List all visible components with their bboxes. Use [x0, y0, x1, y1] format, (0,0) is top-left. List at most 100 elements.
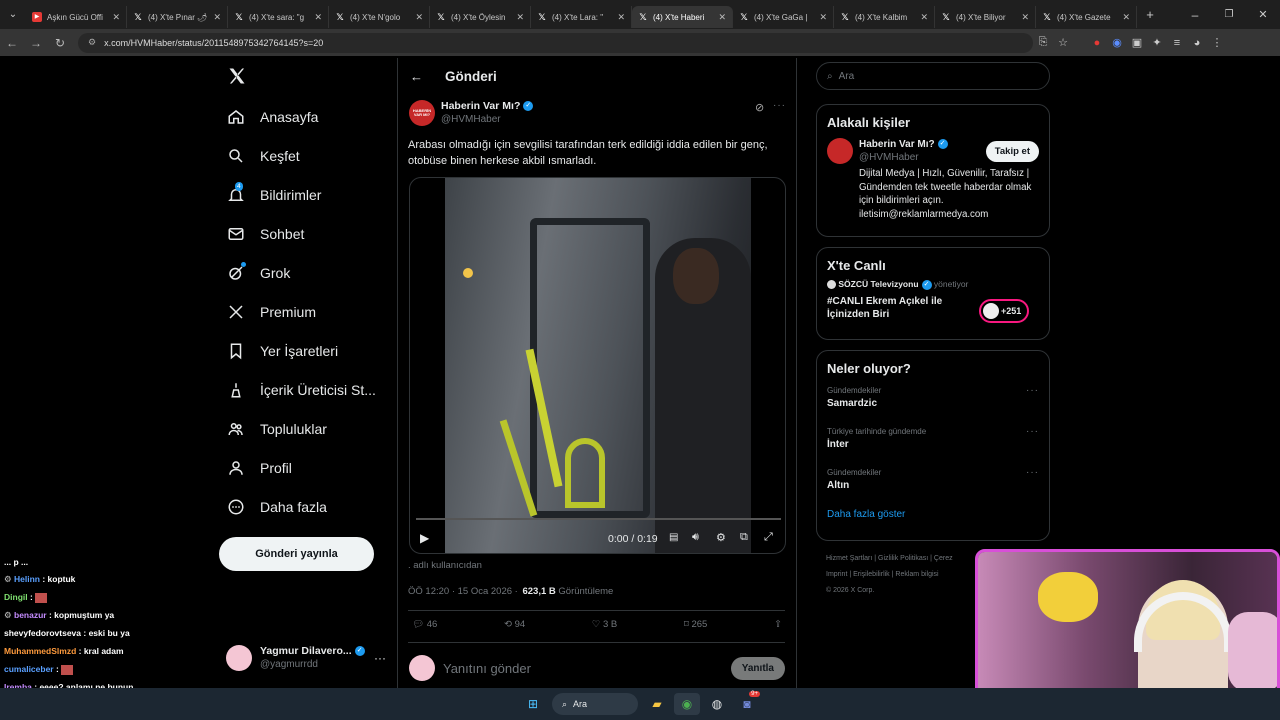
like-action[interactable]: ♡ 3 B — [592, 619, 617, 630]
minimize-button[interactable]: – — [1178, 8, 1212, 22]
reload-icon[interactable]: ↻ — [48, 36, 72, 50]
author-name[interactable]: Haberin Var Mı? — [441, 100, 520, 112]
restore-button[interactable]: ❐ — [1212, 9, 1246, 20]
close-window-button[interactable]: ✕ — [1246, 8, 1280, 21]
browser-tab[interactable]: 𝕏 (4) X'te N'golo ✕ — [329, 6, 430, 28]
browser-tab[interactable]: 𝕏 (4) X'te Öylesin ✕ — [430, 6, 531, 28]
live-topic[interactable]: #CANLI Ekrem Açıkel ile İçinizden Biri — [827, 295, 967, 321]
nav-item-2[interactable]: Keşfet — [210, 136, 400, 175]
chrome-icon[interactable]: ◉ — [674, 693, 700, 715]
back-icon[interactable]: ← — [0, 36, 24, 50]
pip-icon[interactable]: ⧉ — [740, 531, 748, 544]
taskbar-search[interactable]: ⌕ Ara — [552, 693, 638, 715]
nav-item-6[interactable]: Premium — [210, 292, 400, 331]
browser-tab[interactable]: ▶ Aşkın Gücü Offi ✕ — [26, 6, 127, 28]
extension-audio-icon[interactable]: ◉ — [1107, 36, 1127, 49]
footer-link[interactable]: Hizmet Şartları — [826, 555, 872, 562]
back-arrow-icon[interactable]: ← — [410, 69, 423, 84]
x-logo-icon[interactable] — [227, 66, 247, 86]
video-player[interactable]: ▶ 0:00 / 0:19 ▤ 🔊︎ ⚙ ⧉ ⤢ — [409, 177, 786, 554]
site-info-icon[interactable]: ⚙ — [88, 37, 96, 48]
video-progress-track[interactable] — [416, 518, 781, 520]
author-avatar[interactable]: HABERİN VAR MI? — [409, 100, 435, 126]
nav-item-9[interactable]: Topluluklar — [210, 409, 400, 448]
browser-tab[interactable]: 𝕏 (4) X'te sara: "g ✕ — [228, 6, 329, 28]
footer-link[interactable]: Gizlilik Politikası — [878, 555, 928, 562]
fullscreen-icon[interactable]: ⤢ — [764, 531, 773, 544]
relevant-name[interactable]: Haberin Var Mı? — [859, 139, 935, 150]
browser-tab[interactable]: 𝕏 (4) X'te Biliyor ✕ — [935, 6, 1036, 28]
address-bar[interactable]: ⚙ x.com/HVMHaber/status/2011548975342764… — [78, 32, 1033, 53]
follow-button[interactable]: Takip et — [985, 140, 1039, 162]
author-avatar[interactable] — [827, 138, 853, 164]
browser-tab[interactable]: 𝕏 (4) X'te Lara: " ✕ — [531, 6, 632, 28]
repost-action[interactable]: ⟲ 94 — [504, 619, 525, 630]
close-tab-icon[interactable]: ✕ — [1021, 12, 1029, 23]
search-input[interactable]: ⌕ Ara — [816, 62, 1050, 90]
file-explorer-icon[interactable]: ▰ — [644, 693, 670, 715]
captions-icon[interactable]: ▤ — [669, 532, 678, 543]
browser-tab[interactable]: 𝕏 (4) X'te Kalbim ✕ — [834, 6, 935, 28]
trend-item[interactable]: Türkiye tarihinde gündemde İnter ··· — [817, 423, 1049, 464]
more-icon[interactable]: ··· — [374, 651, 386, 665]
extension-dark-icon[interactable]: ▣ — [1127, 36, 1147, 49]
reply-input[interactable]: Yanıtını gönder — [443, 661, 731, 676]
play-icon[interactable]: ▶ — [420, 531, 429, 545]
more-icon[interactable]: ··· — [773, 100, 786, 111]
nav-item-3[interactable]: 4 Bildirimler — [210, 175, 400, 214]
trend-item[interactable]: Gündemdekiler Samardzic ··· — [817, 382, 1049, 423]
live-host[interactable]: SÖZCÜ Televizyonu — [838, 279, 918, 289]
close-tab-icon[interactable]: ✕ — [112, 12, 120, 23]
nav-item-4[interactable]: Sohbet — [210, 214, 400, 253]
browser-tab[interactable]: 𝕏 (4) X'te Gazete ✕ — [1036, 6, 1137, 28]
nav-item-7[interactable]: Yer İşaretleri — [210, 331, 400, 370]
relevant-handle[interactable]: @HVMHaber — [859, 151, 948, 164]
settings-icon[interactable]: ⚙ — [716, 531, 726, 544]
footer-link[interactable]: Reklam bilgisi — [895, 571, 938, 578]
nav-item-8[interactable]: İçerik Üreticisi St... — [210, 370, 400, 409]
account-switcher[interactable]: Yagmur Dilavero... ✓ @yagmurrdd ··· — [226, 642, 386, 674]
more-icon[interactable]: ··· — [1026, 467, 1039, 478]
bookmark-action[interactable]: ⌑ 265 — [684, 619, 707, 630]
obs-icon[interactable]: ◍ — [704, 693, 730, 715]
reply-action[interactable]: 💬︎ 46 — [412, 619, 437, 630]
extensions-icon[interactable]: ✦ — [1147, 36, 1167, 49]
close-tab-icon[interactable]: ✕ — [516, 12, 524, 23]
footer-link[interactable]: Çerez — [934, 555, 953, 562]
close-tab-icon[interactable]: ✕ — [617, 12, 625, 23]
close-tab-icon[interactable]: ✕ — [213, 12, 221, 23]
windows-start-icon[interactable]: ⊞ — [520, 693, 546, 715]
install-app-icon[interactable]: ⎘ — [1033, 36, 1053, 49]
nav-item-10[interactable]: Profil — [210, 448, 400, 487]
close-tab-icon[interactable]: ✕ — [718, 12, 726, 23]
new-tab-button[interactable]: + — [1137, 7, 1163, 22]
discord-icon[interactable]: ◙ 9+ — [734, 691, 760, 715]
more-icon[interactable]: ··· — [1026, 426, 1039, 437]
browser-tab[interactable]: 𝕏 (4) X'te Pınar 🌶 ✕ — [127, 6, 228, 28]
forward-icon[interactable]: → — [24, 36, 48, 50]
post-timestamp[interactable]: ÖÖ 12:20 · 15 Oca 2026 · — [408, 586, 518, 597]
more-icon[interactable]: ··· — [1026, 385, 1039, 396]
footer-link[interactable]: Imprint — [826, 571, 847, 578]
nav-item-5[interactable]: Grok — [210, 253, 400, 292]
close-tab-icon[interactable]: ✕ — [920, 12, 928, 23]
close-tab-icon[interactable]: ✕ — [1122, 12, 1130, 23]
video-source-caption[interactable]: . adlı kullanıcıdan — [408, 560, 482, 571]
grok-icon[interactable]: ⊘ — [755, 101, 764, 114]
nav-item-1[interactable]: Anasayfa — [210, 97, 400, 136]
extension-red-icon[interactable]: ● — [1087, 37, 1107, 49]
live-listeners-button[interactable]: +251 — [979, 299, 1029, 323]
menu-icon[interactable]: ⋮ — [1207, 36, 1227, 49]
browser-tab[interactable]: 𝕏 (4) X'te Haberi ✕ — [632, 6, 733, 28]
post-button[interactable]: Gönderi yayınla — [219, 537, 374, 571]
star-icon[interactable]: ☆ — [1053, 36, 1073, 49]
show-more-link[interactable]: Daha fazla göster — [817, 505, 1049, 524]
close-tab-icon[interactable]: ✕ — [819, 12, 827, 23]
share-icon[interactable]: ⇪ — [774, 619, 782, 630]
footer-link[interactable]: Erişilebilirlik — [853, 571, 890, 578]
close-tab-icon[interactable]: ✕ — [415, 12, 423, 23]
trend-item[interactable]: Gündemdekiler Altın ··· — [817, 464, 1049, 505]
profile-avatar-icon[interactable]: ◕ — [1187, 37, 1207, 49]
volume-icon[interactable]: 🔊︎ — [692, 531, 699, 544]
author-handle[interactable]: @HVMHaber — [441, 113, 533, 126]
